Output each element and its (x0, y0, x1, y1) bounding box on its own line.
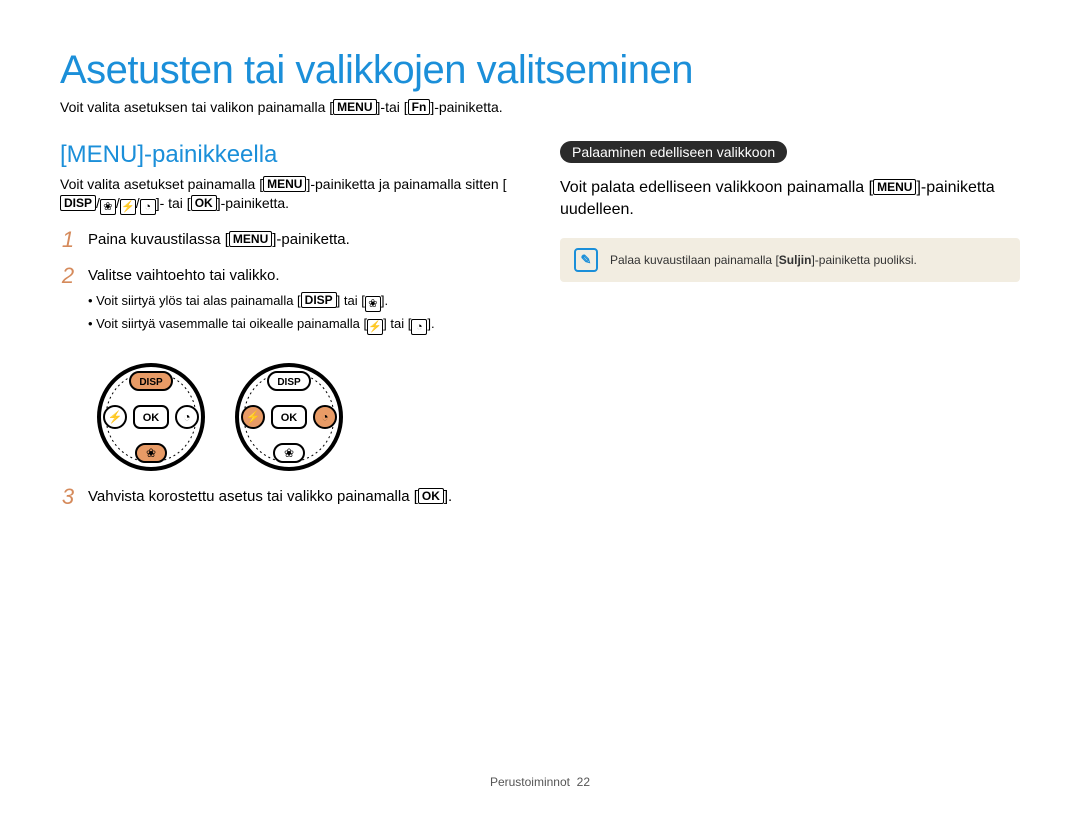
text: ] tai [ (383, 316, 411, 331)
right-column: Palaaminen edelliseen valikkoon Voit pal… (560, 141, 1020, 508)
subsection-pill: Palaaminen edelliseen valikkoon (560, 141, 787, 163)
dial-right: DISP ❀ ⚡ ◔ OK (234, 362, 344, 472)
text: ]- tai [ (156, 195, 191, 211)
text: ]-painiketta. (272, 231, 350, 248)
text: Voit valita asetuksen tai valikon painam… (60, 99, 333, 115)
text: ]. (444, 488, 452, 505)
text: Palaa kuvaustilaan painamalla [ (610, 253, 779, 267)
step-number: 3 (60, 486, 76, 508)
svg-text:DISP: DISP (139, 377, 163, 388)
menu-icon: MENU (333, 99, 376, 115)
text: ]-painiketta ja painamalla sitten [ (306, 176, 506, 192)
flash-icon: ⚡ (120, 199, 136, 215)
svg-text:OK: OK (281, 412, 298, 424)
right-para: Voit palata edelliseen valikkoon painama… (560, 177, 1020, 220)
text: ]. (381, 293, 388, 308)
text: Paina kuvaustilassa [ (88, 231, 229, 248)
dial-diagrams: DISP ❀ ⚡ ◔ OK (96, 362, 520, 472)
fn-icon: Fn (408, 99, 431, 115)
text: Voit siirtyä ylös tai alas painamalla [ (96, 293, 300, 308)
svg-text:◔: ◔ (183, 410, 190, 424)
bullet: Voit siirtyä vasemmalle tai oikealle pai… (88, 315, 435, 335)
footer-section: Perustoiminnot (490, 775, 570, 789)
timer-icon: ◔ (411, 319, 427, 335)
text: Voit siirtyä vasemmalle tai oikealle pai… (96, 316, 367, 331)
text: ]-tai [ (377, 99, 408, 115)
text: ]-painiketta puoliksi. (811, 253, 916, 267)
text: Vahvista korostettu asetus tai valikko p… (88, 488, 418, 505)
dial-left: DISP ❀ ⚡ ◔ OK (96, 362, 206, 472)
step-1: 1 Paina kuvaustilassa [MENU]-painiketta. (60, 229, 520, 251)
menu-icon: MENU (263, 176, 306, 192)
svg-text:◔: ◔ (321, 410, 328, 424)
note-icon: ✎ (574, 248, 598, 272)
svg-text:❀: ❀ (284, 446, 294, 460)
text: Voit valita asetukset painamalla [ (60, 176, 263, 192)
macro-icon: ❀ (100, 199, 116, 215)
section-heading: [MENU]-painikkeella (60, 141, 520, 169)
footer-page-number: 22 (577, 775, 590, 789)
left-column: [MENU]-painikkeella Voit valita asetukse… (60, 141, 520, 508)
svg-text:OK: OK (143, 412, 160, 424)
page-footer: Perustoiminnot 22 (0, 775, 1080, 789)
text: Valitse vaihtoehto tai valikko. (88, 265, 435, 286)
bullet: Voit siirtyä ylös tai alas painamalla [D… (88, 292, 435, 312)
disp-icon: DISP (60, 195, 96, 211)
ok-icon: OK (191, 195, 217, 211)
svg-text:DISP: DISP (277, 377, 301, 388)
text: Voit palata edelliseen valikkoon painama… (560, 179, 873, 196)
note-text: Palaa kuvaustilaan painamalla [Suljin]-p… (610, 253, 917, 267)
text: ]-painiketta. (217, 195, 289, 211)
macro-icon: ❀ (365, 296, 381, 312)
step-2: 2 Valitse vaihtoehto tai valikko. Voit s… (60, 265, 520, 338)
text: ]. (427, 316, 434, 331)
svg-text:❀: ❀ (146, 446, 156, 460)
section-intro: Voit valita asetukset painamalla [MENU]-… (60, 175, 520, 215)
menu-icon: MENU (229, 231, 272, 247)
disp-icon: DISP (301, 292, 337, 308)
flash-icon: ⚡ (367, 319, 383, 335)
ok-icon: OK (418, 488, 444, 504)
page-title: Asetusten tai valikkojen valitseminen (60, 48, 1020, 93)
step-3: 3 Vahvista korostettu asetus tai valikko… (60, 486, 520, 508)
svg-text:⚡: ⚡ (108, 410, 123, 424)
step-number: 1 (60, 229, 76, 251)
note-box: ✎ Palaa kuvaustilaan painamalla [Suljin]… (560, 238, 1020, 282)
intro-text: Voit valita asetuksen tai valikon painam… (60, 99, 1020, 115)
svg-text:⚡: ⚡ (246, 410, 261, 424)
text: ] tai [ (337, 293, 365, 308)
menu-icon: MENU (873, 179, 916, 195)
timer-icon: ◔ (140, 199, 156, 215)
text: Suljin (779, 253, 812, 267)
text: ]-painiketta. (430, 99, 502, 115)
step-number: 2 (60, 265, 76, 287)
